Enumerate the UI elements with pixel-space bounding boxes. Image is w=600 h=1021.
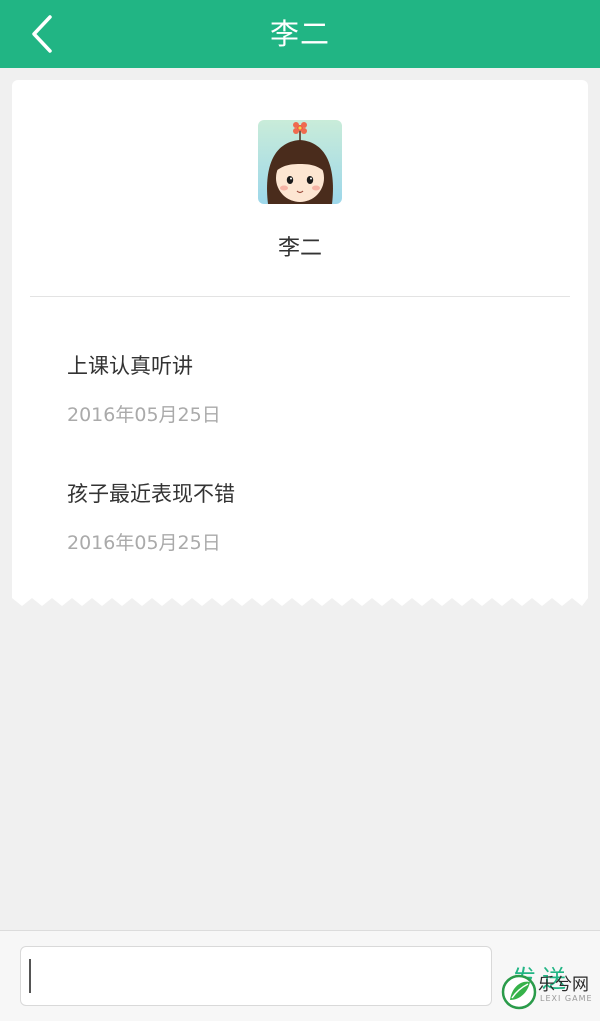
avatar[interactable] xyxy=(258,120,342,204)
list-item: 上课认真听讲 2016年05月25日 xyxy=(67,350,558,427)
leaf-logo-icon xyxy=(501,974,537,1010)
girl-avatar-icon xyxy=(258,120,342,204)
divider xyxy=(30,296,570,297)
zigzag-edge xyxy=(12,592,588,606)
comment-date: 2016年05月25日 xyxy=(67,404,221,426)
comment-text: 孩子最近表现不错 xyxy=(67,482,235,506)
app-bar: 李二 xyxy=(0,0,600,68)
watermark-text: 乐兮网 xyxy=(538,975,589,995)
page-title: 李二 xyxy=(269,17,330,51)
comment-date: 2016年05月25日 xyxy=(67,532,221,554)
text-caret xyxy=(29,959,31,993)
comment-card: 李二 上课认真听讲 2016年05月25日 孩子最近表现不错 2016年05月2… xyxy=(12,80,588,598)
comment-text: 上课认真听讲 xyxy=(67,354,193,378)
list-item: 孩子最近表现不错 2016年05月25日 xyxy=(67,478,558,555)
profile-name: 李二 xyxy=(277,236,322,261)
watermark-subtext: LEXI GAME xyxy=(540,994,593,1003)
watermark: 乐兮网 LEXI GAME xyxy=(500,966,598,1016)
message-input[interactable] xyxy=(20,946,492,1006)
